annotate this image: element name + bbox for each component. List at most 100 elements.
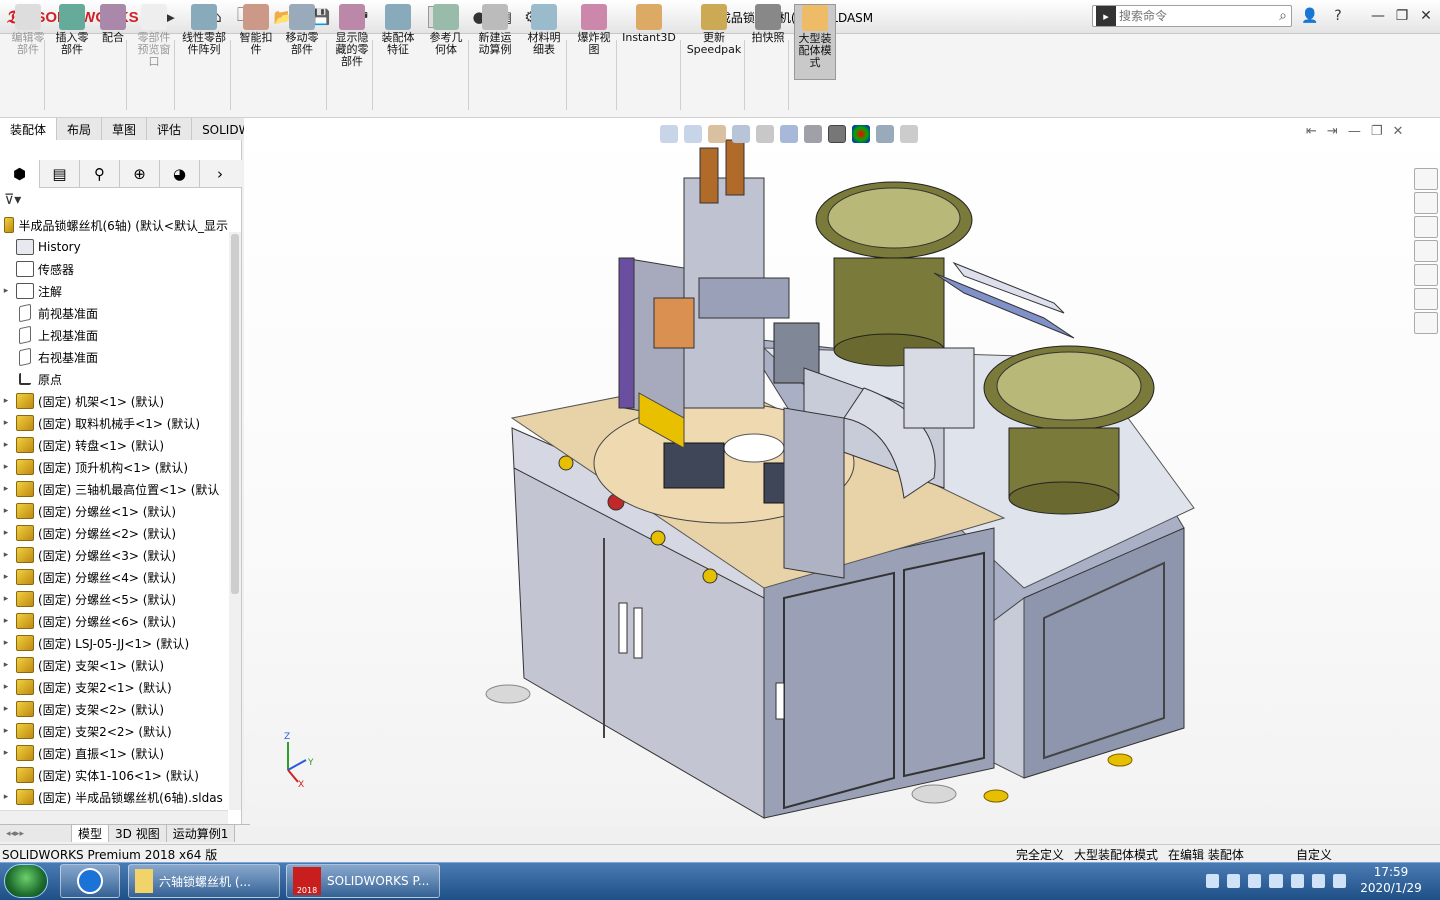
help-icon[interactable]: ? (1326, 6, 1350, 26)
maximize-icon[interactable]: ❐ (1390, 6, 1414, 26)
file-explorer-icon[interactable] (1414, 216, 1438, 238)
tree-horizontal-scrollbar[interactable] (0, 810, 228, 824)
dynamic-annotation-icon[interactable] (756, 125, 774, 143)
bottom-tab-2[interactable]: 运动算例1 (166, 825, 236, 842)
minimize-icon[interactable]: — (1366, 6, 1390, 26)
tree-item[interactable]: 传感器 (0, 258, 228, 280)
tree-item[interactable]: ▸ (固定) 直振<1> (默认) (0, 742, 228, 764)
tree-item[interactable]: ▸ (固定) 支架<1> (默认) (0, 654, 228, 676)
magnifier-icon[interactable]: ⌕ (1275, 8, 1291, 24)
tree-item[interactable]: ▸ (固定) 分螺丝<2> (默认) (0, 522, 228, 544)
tree-item[interactable]: ▸ (固定) 支架2<1> (默认) (0, 676, 228, 698)
cmd-button[interactable]: 装配体 特征 (378, 4, 418, 80)
user-account-icon[interactable]: 👤 (1298, 6, 1322, 26)
tree-item[interactable]: ▸ (固定) 分螺丝<3> (默认) (0, 544, 228, 566)
tree-item[interactable]: ▸ (固定) 支架<2> (默认) (0, 698, 228, 720)
cmd-button[interactable]: 线性零部 件阵列 (178, 4, 230, 80)
expand-arrow-icon[interactable]: ▸ (0, 748, 12, 758)
sogou-tray-icon[interactable] (1269, 874, 1283, 888)
tree-item[interactable]: ▸ (固定) 分螺丝<5> (默认) (0, 588, 228, 610)
cmd-button[interactable]: 编辑零 部件 (8, 4, 48, 80)
bottom-tab-0[interactable]: 模型 (72, 825, 110, 842)
expand-arrow-icon[interactable]: ▸ (0, 286, 12, 296)
tree-item[interactable]: ▸ 注解 (0, 280, 228, 302)
expand-arrow-icon[interactable]: ▸ (0, 594, 12, 604)
configuration-manager-tab-icon[interactable]: ⚲ (80, 160, 120, 188)
signal-icon[interactable] (1332, 874, 1346, 888)
view-settings-icon[interactable] (900, 125, 918, 143)
tree-root[interactable]: 半成品锁螺丝机(6轴) (默认<默认_显示 (0, 214, 228, 236)
expand-arrow-icon[interactable]: ▸ (0, 616, 12, 626)
tree-item[interactable]: ▸ (固定) 转盘<1> (默认) (0, 434, 228, 456)
expand-arrow-icon[interactable]: ▸ (0, 396, 12, 406)
tab-3[interactable]: 评估 (147, 118, 193, 140)
dimxpert-tab-icon[interactable]: ⊕ (120, 160, 160, 188)
expand-arrow-icon[interactable]: ▸ (0, 638, 12, 648)
expand-arrow-icon[interactable]: ▸ (0, 726, 12, 736)
previous-view-icon[interactable] (708, 125, 726, 143)
tree-item[interactable]: ▸ (固定) 分螺丝<6> (默认) (0, 610, 228, 632)
edit-appearance-icon[interactable] (852, 125, 870, 143)
cmd-button[interactable]: 配合 (98, 4, 128, 80)
tree-item[interactable]: ▸ (固定) 分螺丝<4> (默认) (0, 566, 228, 588)
tree-item[interactable]: ▸ (固定) 顶升机构<1> (默认) (0, 456, 228, 478)
cmd-button[interactable]: 材料明 细表 (524, 4, 564, 80)
apply-scene-icon[interactable] (876, 125, 894, 143)
tab-2[interactable]: 草图 (102, 118, 148, 140)
cmd-button[interactable]: 大型装 配体模 式 (794, 4, 836, 80)
cmd-button[interactable]: 显示隐 藏的零 部件 (332, 4, 372, 80)
tree-item[interactable]: 前视基准面 (0, 302, 228, 324)
expand-arrow-icon[interactable]: ▸ (0, 484, 12, 494)
show-hidden-icons[interactable] (1248, 874, 1262, 888)
tree-item[interactable]: 上视基准面 (0, 324, 228, 346)
zoom-area-icon[interactable] (684, 125, 702, 143)
expand-arrow-icon[interactable]: ▸ (0, 660, 12, 670)
tabs-expand-icon[interactable]: › (200, 160, 240, 188)
custom-properties-icon[interactable] (1414, 288, 1438, 310)
cmd-button[interactable]: 智能扣 件 (236, 4, 276, 80)
viewport-left-icon[interactable]: ⇤ (1306, 124, 1317, 144)
view-orientation-icon[interactable] (780, 125, 798, 143)
expand-arrow-icon[interactable]: ▸ (0, 682, 12, 692)
viewport-restore-icon[interactable]: ❐ (1371, 124, 1383, 144)
keyboard-icon[interactable] (1206, 874, 1220, 888)
search-command-box[interactable]: ▸ ⌕ (1092, 5, 1292, 27)
volume-icon[interactable] (1311, 874, 1325, 888)
bottom-tab-1[interactable]: 3D 视图 (109, 825, 167, 842)
solidworks-resources-icon[interactable] (1414, 168, 1438, 190)
start-button-icon[interactable] (4, 864, 48, 898)
assembly-model[interactable] (244, 118, 1440, 826)
expand-arrow-icon[interactable]: ▸ (0, 792, 12, 802)
close-icon[interactable]: ✕ (1414, 6, 1438, 26)
tree-item[interactable]: ▸ (固定) 分螺丝<1> (默认) (0, 500, 228, 522)
tree-item[interactable]: ▸ (固定) 支架2<2> (默认) (0, 720, 228, 742)
cmd-button[interactable]: 参考几 何体 (426, 4, 466, 80)
viewport-close-icon[interactable]: ✕ (1392, 124, 1403, 144)
viewport-minimize-icon[interactable]: — (1348, 124, 1361, 144)
hide-show-items-icon[interactable] (828, 125, 846, 143)
sogou-input-icon[interactable] (60, 864, 120, 898)
expand-arrow-icon[interactable]: ▸ (0, 462, 12, 472)
cmd-button[interactable]: Instant3D (620, 4, 678, 80)
section-view-icon[interactable] (732, 125, 750, 143)
tree-item[interactable]: 右视基准面 (0, 346, 228, 368)
tab-0[interactable]: 装配体 (0, 118, 58, 140)
tree-item[interactable]: ▸ (固定) 机架<1> (默认) (0, 390, 228, 412)
appearances-icon[interactable] (1414, 264, 1438, 286)
help-tray-icon[interactable] (1227, 874, 1241, 888)
tab-scroll-arrows-icon[interactable]: ◂◂▸▸ (0, 825, 72, 842)
tree-item[interactable]: ▸ (固定) 取料机械手<1> (默认) (0, 412, 228, 434)
network-icon[interactable] (1290, 874, 1304, 888)
tab-1[interactable]: 布局 (57, 118, 103, 140)
taskbar-folder[interactable]: 六轴锁螺丝机 (... (128, 864, 280, 898)
tree-item[interactable]: ▸ (固定) LSJ-05-JJ<1> (默认) (0, 632, 228, 654)
feature-tree-tab-icon[interactable]: ⬢ (0, 160, 40, 188)
expand-arrow-icon[interactable]: ▸ (0, 704, 12, 714)
tree-item[interactable]: ▸ (固定) 半成品锁螺丝机(6轴).sldas (0, 786, 228, 808)
clock[interactable]: 17:59 2020/1/29 (1346, 864, 1436, 898)
graphics-area[interactable]: Z Y X (244, 118, 1440, 826)
display-style-icon[interactable] (804, 125, 822, 143)
cmd-button[interactable]: 拍快照 (748, 4, 788, 80)
taskbar-solidworks[interactable]: 2018 SOLIDWORKS P... (286, 864, 440, 898)
tree-item[interactable]: 原点 (0, 368, 228, 390)
